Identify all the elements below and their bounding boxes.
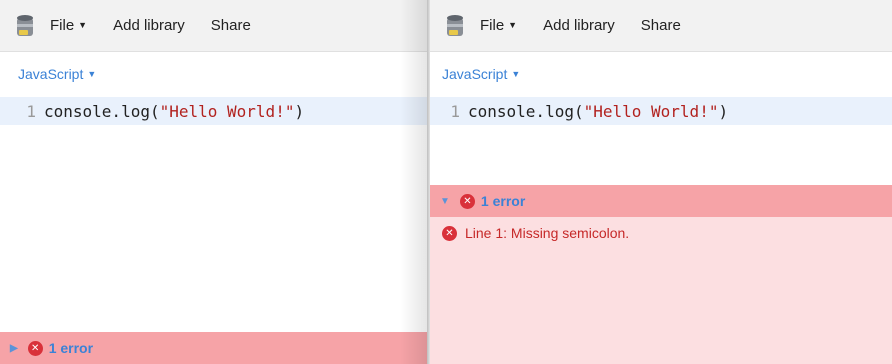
toolbar: File ▼ Add library Share <box>0 0 427 52</box>
language-selector[interactable]: JavaScript ▼ <box>442 66 520 82</box>
error-x-circle-icon: ✕ <box>459 193 475 209</box>
triangle-down-icon[interactable]: ▼ <box>440 196 450 207</box>
line-number: 1 <box>26 101 36 121</box>
share-button[interactable]: Share <box>641 17 681 34</box>
code-text[interactable]: console.log("Hello World!") <box>44 102 304 121</box>
caret-down-icon: ▼ <box>508 20 518 30</box>
code-editor-line[interactable]: 1 console.log("Hello World!") <box>430 97 892 125</box>
database-jar-icon[interactable] <box>446 14 464 38</box>
code-editor-line[interactable]: 1 console.log("Hello World!") <box>0 97 427 125</box>
error-count-label: 1 error <box>48 340 94 356</box>
error-message: Line 1: Missing semicolon. <box>465 225 630 241</box>
add-library-button[interactable]: Add library <box>113 17 185 34</box>
error-summary-bar[interactable]: ▼ ✕ 1 error <box>430 185 892 217</box>
error-item[interactable]: ✕ Line 1: Missing semicolon. <box>442 225 629 241</box>
line-number: 1 <box>450 101 460 121</box>
triangle-right-icon[interactable]: ▶ <box>10 343 18 354</box>
right-panel: File ▼ Add library Share JavaScript ▼ 1 co… <box>430 0 892 364</box>
file-menu[interactable]: File ▼ <box>480 17 517 34</box>
database-jar-icon[interactable] <box>16 14 34 38</box>
left-panel: File ▼ Add library Share JavaScript ▼ 1 co… <box>0 0 427 364</box>
toolbar: File ▼ Add library Share <box>430 0 892 52</box>
language-selector[interactable]: JavaScript ▼ <box>18 66 96 82</box>
caret-down-icon: ▼ <box>78 20 88 30</box>
error-count-label: 1 error <box>480 193 526 209</box>
file-menu[interactable]: File ▼ <box>50 17 87 34</box>
code-text[interactable]: console.log("Hello World!") <box>468 102 728 121</box>
caret-down-icon: ▼ <box>87 69 97 79</box>
error-x-circle-icon: ✕ <box>442 225 457 241</box>
error-summary-bar[interactable]: ▶ ✕ 1 error <box>0 332 427 364</box>
add-library-button[interactable]: Add library <box>543 17 615 34</box>
share-button[interactable]: Share <box>211 17 251 34</box>
error-list: ✕ Line 1: Missing semicolon. <box>430 217 892 364</box>
caret-down-icon: ▼ <box>511 69 521 79</box>
error-x-circle-icon: ✕ <box>27 340 43 356</box>
